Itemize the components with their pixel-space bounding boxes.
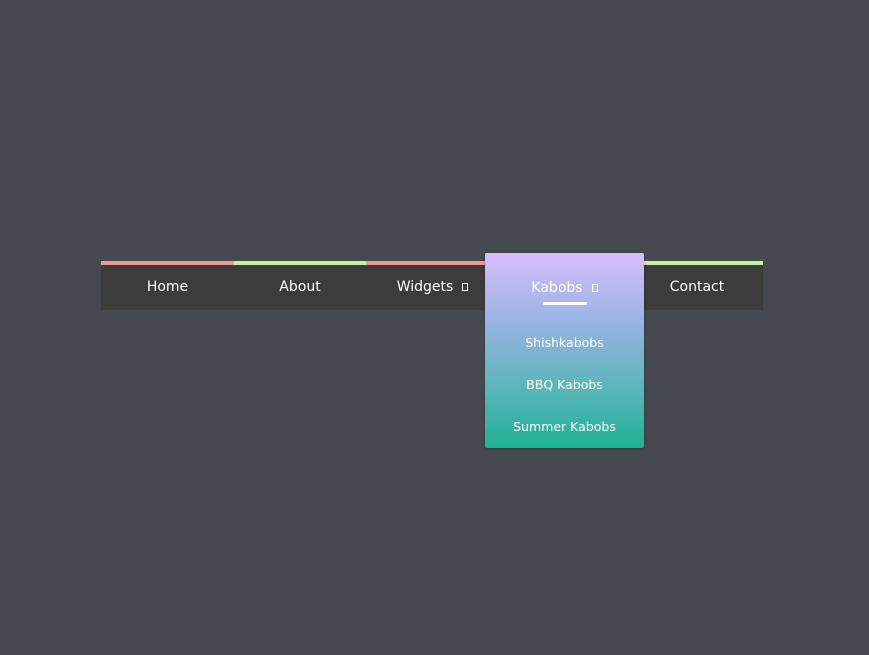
nav-label-contact: Contact: [669, 279, 725, 295]
nav-item-contact[interactable]: Contact: [631, 261, 763, 310]
dropdown-item-label: Shishkabobs: [525, 335, 604, 350]
nav-item-about[interactable]: About: [234, 261, 366, 310]
dropdown-item-summer-kabobs[interactable]: Summer Kabobs: [485, 406, 644, 448]
nav-item-home[interactable]: Home: [101, 261, 234, 310]
nav-label-home: Home: [146, 279, 189, 295]
active-underline: [543, 302, 587, 305]
nav-label-widgets: Widgets: [396, 279, 454, 295]
dropdown-item-shishkabobs[interactable]: Shishkabobs: [485, 322, 644, 364]
kabobs-dropdown: Kabobs Shishkabobs BBQ Kabobs Summer Kab…: [485, 253, 644, 448]
nav-accent-bar-home: [101, 261, 234, 265]
dropdown-item-label: BBQ Kabobs: [526, 377, 603, 392]
page: Home About Widgets Contact Kabobs Shishk…: [0, 0, 869, 655]
nav-accent-bar-about: [234, 261, 366, 265]
main-nav: Home About Widgets Contact: [101, 261, 763, 310]
nav-accent-bar-contact: [631, 261, 763, 265]
square-icon: [462, 283, 469, 291]
kabobs-dropdown-title: Kabobs: [531, 280, 583, 296]
nav-accent-bar-widgets: [366, 261, 499, 265]
dropdown-item-bbq-kabobs[interactable]: BBQ Kabobs: [485, 364, 644, 406]
square-icon: [591, 284, 598, 292]
dropdown-item-label: Summer Kabobs: [513, 419, 616, 434]
nav-item-widgets[interactable]: Widgets: [366, 261, 499, 310]
nav-label-about: About: [279, 279, 321, 295]
